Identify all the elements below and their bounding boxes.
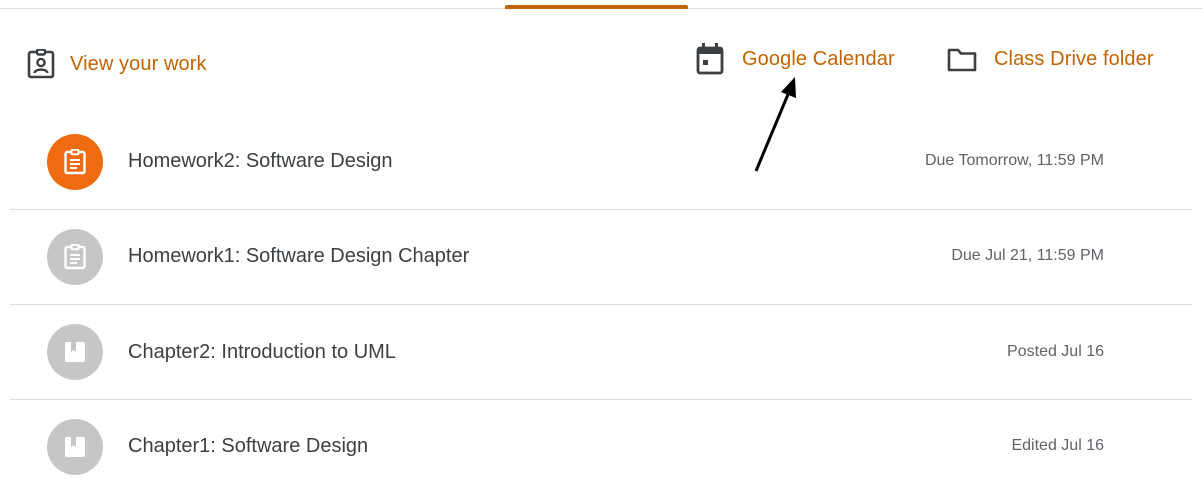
assignment-ind-icon xyxy=(27,49,55,79)
class-drive-folder-label: Class Drive folder xyxy=(994,47,1154,70)
list-item-due-date: Due Jul 21, 11:59 PM xyxy=(951,247,1104,264)
calendar-icon xyxy=(696,43,724,75)
active-tab-indicator xyxy=(505,5,688,9)
view-your-work-link[interactable]: View your work xyxy=(27,47,207,81)
list-item-posted-date: Posted Jul 16 xyxy=(1007,343,1104,360)
row-divider xyxy=(10,304,1192,305)
list-item-edited-date: Edited Jul 16 xyxy=(1011,437,1104,454)
list-item-title: Homework2: Software Design xyxy=(128,150,393,172)
list-item-title: Chapter2: Introduction to UML xyxy=(128,341,396,363)
list-item[interactable]: Homework2: Software Design Due Tomorrow,… xyxy=(10,116,1192,210)
folder-icon xyxy=(947,48,977,72)
list-item[interactable]: Homework1: Software Design Chapter Due J… xyxy=(10,211,1192,305)
assignment-icon xyxy=(64,149,86,175)
google-calendar-label: Google Calendar xyxy=(742,47,895,70)
list-item-title: Chapter1: Software Design xyxy=(128,435,369,457)
material-icon-badge xyxy=(47,324,103,380)
assignment-icon-badge xyxy=(47,134,103,190)
assignment-icon-badge xyxy=(47,229,103,285)
list-item-due-date: Due Tomorrow, 11:59 PM xyxy=(924,152,1104,169)
list-item[interactable]: Chapter1: Software Design Edited Jul 16 xyxy=(10,400,1192,494)
view-your-work-label: View your work xyxy=(70,52,207,75)
class-drive-folder-link[interactable]: Class Drive folder xyxy=(947,41,1154,77)
book-icon xyxy=(65,437,85,457)
list-item[interactable]: Chapter2: Introduction to UML Posted Jul… xyxy=(10,306,1192,400)
list-item-title: Homework1: Software Design Chapter xyxy=(128,245,470,267)
google-calendar-link[interactable]: Google Calendar xyxy=(696,41,895,77)
book-icon xyxy=(65,342,85,362)
material-icon-badge xyxy=(47,419,103,475)
assignment-icon xyxy=(64,244,86,270)
row-divider xyxy=(10,209,1192,210)
